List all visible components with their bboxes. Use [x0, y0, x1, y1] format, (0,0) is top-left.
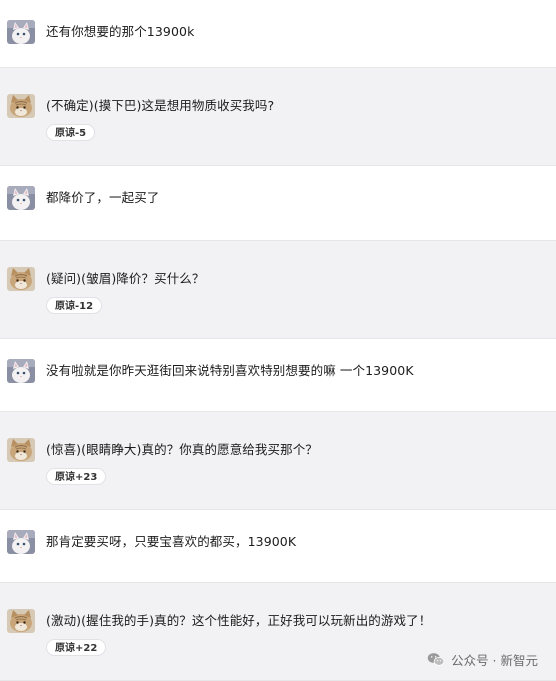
message-text: (不确定)(摸下巴)这是想用物质收买我吗?: [46, 98, 275, 113]
white-cat-avatar-icon: [7, 186, 35, 210]
bot-message-row: (不确定)(摸下巴)这是想用物质收买我吗? 原谅-5: [0, 67, 556, 166]
bot-message-row: (疑问)(皱眉)降价？买什么？ 原谅-12: [0, 240, 556, 339]
user-message-row: 没有啦就是你昨天逛街回来说特别喜欢特别想要的嘛 一个13900K: [0, 339, 556, 411]
tabby-cat-avatar-icon: [7, 267, 35, 291]
white-cat-avatar-icon: [7, 359, 35, 383]
tabby-cat-avatar-icon: [7, 609, 35, 633]
message-text: 还有你想要的那个13900k: [46, 24, 195, 39]
white-cat-avatar-icon: [7, 20, 35, 44]
white-cat-avatar-icon: [7, 530, 35, 554]
user-message-row: 那肯定要买呀，只要宝喜欢的都买，13900K: [0, 510, 556, 582]
message-text: 没有啦就是你昨天逛街回来说特别喜欢特别想要的嘛 一个13900K: [46, 363, 414, 378]
watermark-text: 公众号 · 新智元: [451, 653, 538, 668]
message-text: (激动)(握住我的手)真的？这个性能好，正好我可以玩新出的游戏了！: [46, 613, 432, 628]
watermark: 公众号 · 新智元: [427, 650, 538, 669]
bot-message-row: (惊喜)(眼睛睁大)真的？你真的愿意给我买那个？ 原谅+23: [0, 411, 556, 510]
message-text: 都降价了，一起买了: [46, 190, 160, 205]
user-message-row: 都降价了，一起买了: [0, 166, 556, 240]
forgiveness-score-badge: 原谅-12: [46, 297, 103, 314]
tabby-cat-avatar-icon: [7, 438, 35, 462]
wechat-icon: [427, 653, 445, 666]
forgiveness-score-badge: 原谅+22: [46, 639, 107, 656]
forgiveness-score-badge: 原谅+23: [46, 468, 107, 485]
user-message-row: 还有你想要的那个13900k: [0, 0, 556, 66]
tabby-cat-avatar-icon: [7, 94, 35, 118]
message-text: 那肯定要买呀，只要宝喜欢的都买，13900K: [46, 534, 297, 549]
forgiveness-score-badge: 原谅-5: [46, 124, 96, 141]
message-text: (惊喜)(眼睛睁大)真的？你真的愿意给我买那个？: [46, 442, 318, 457]
message-text: (疑问)(皱眉)降价？买什么？: [46, 271, 205, 286]
